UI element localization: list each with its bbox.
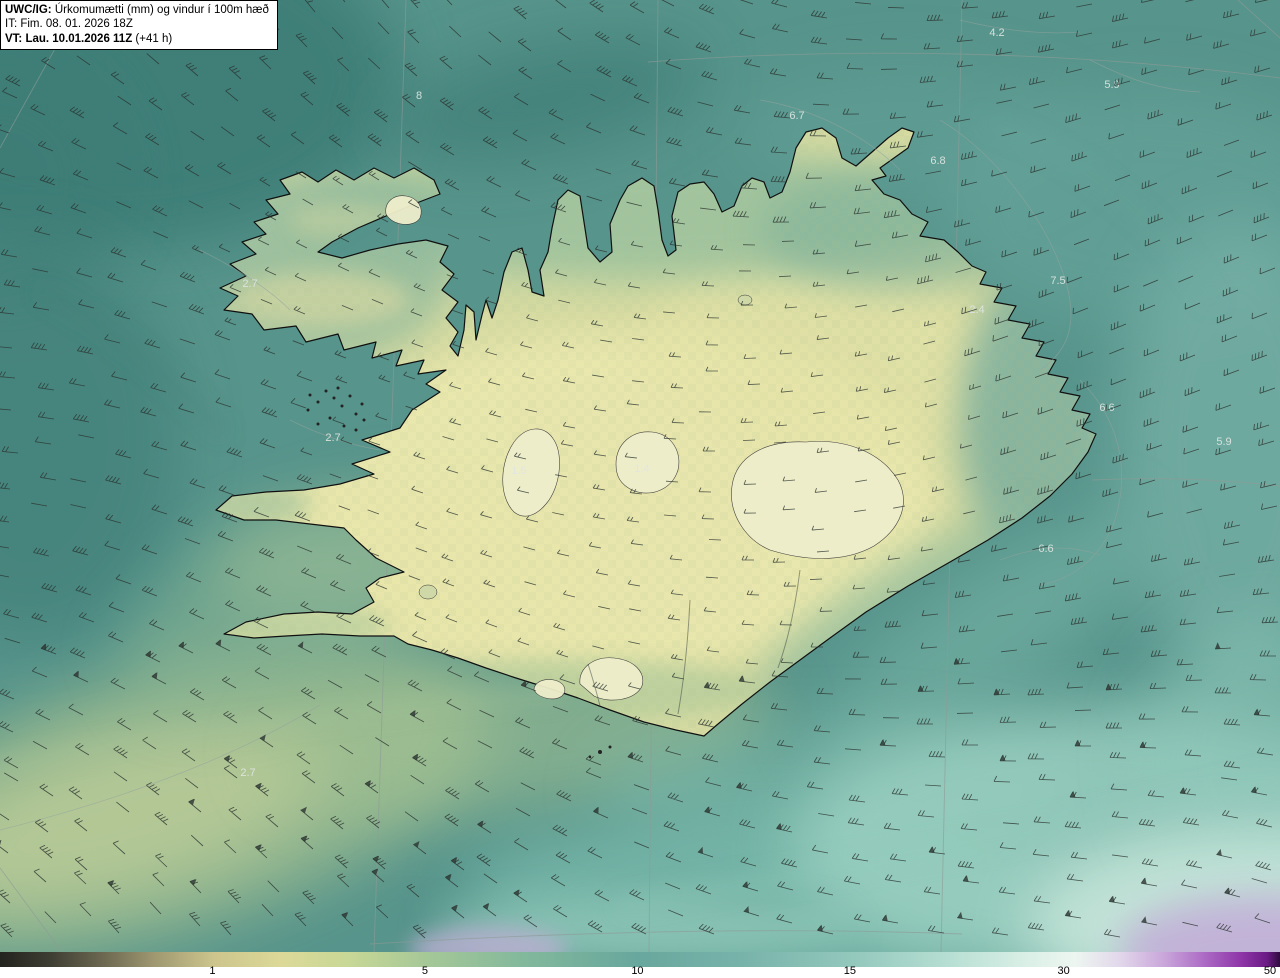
precipitation-colorbar: 1 5 10 15 30 50 xyxy=(0,952,1280,978)
contour-label: 7.5 xyxy=(1050,275,1065,287)
glacier-drangajokull xyxy=(385,195,422,225)
colorbar-tick-label: 50 xyxy=(1263,965,1277,977)
contour-label: 5.9 xyxy=(1216,436,1231,448)
colorbar-tick-label: 10 xyxy=(631,965,644,977)
colorbar-labels: 1 5 10 15 30 50 xyxy=(0,965,1280,978)
colorbar-tick-label: 1 xyxy=(209,965,216,977)
weather-map-page: 4.2 5.9 6.7 6.8 8 7.5 2.4 2.7 2.7 6.6 5.9 6.6 2.7 1.6… xyxy=(0,0,1280,978)
contour-label: 2.7 xyxy=(325,432,340,444)
contour-label: 1.4 xyxy=(634,463,649,475)
contour-label: 2.7 xyxy=(240,767,255,779)
contour-label: 6.8 xyxy=(930,155,945,167)
weather-map-canvas: 4.25.96.76.887.52.42.72.76.65.96.62.71.6… xyxy=(0,0,1280,952)
glacier-vatnajokull xyxy=(731,441,904,559)
contour-label: 1.6 xyxy=(511,465,526,477)
forecast-offset: (+41 h) xyxy=(135,32,173,45)
contour-label: 8 xyxy=(416,90,422,102)
colorbar-tick-label: 30 xyxy=(1057,965,1070,977)
colorbar-tick-label: 5 xyxy=(421,965,429,977)
contour-label: 6.7 xyxy=(789,110,804,122)
init-time: IT: Fim. 08. 01. 2026 18Z xyxy=(5,18,133,31)
map-title: Úrkomumætti (mm) og vindur í 100m hæð xyxy=(54,4,269,16)
contour-label: 6.6 xyxy=(1038,543,1053,555)
contour-label: 2.4 xyxy=(969,304,984,316)
model-label: UWC/IG: xyxy=(5,4,52,16)
colorbar-tick-label: 15 xyxy=(843,965,857,977)
valid-time: VT: Lau. 10.01.2026 11Z xyxy=(5,32,133,45)
contour-label: 4.2 xyxy=(989,27,1004,39)
map-info-box: UWC/IG: Úrkomumætti (mm) og vindur í 100… xyxy=(0,0,278,51)
contour-label: 2.7 xyxy=(242,278,257,290)
